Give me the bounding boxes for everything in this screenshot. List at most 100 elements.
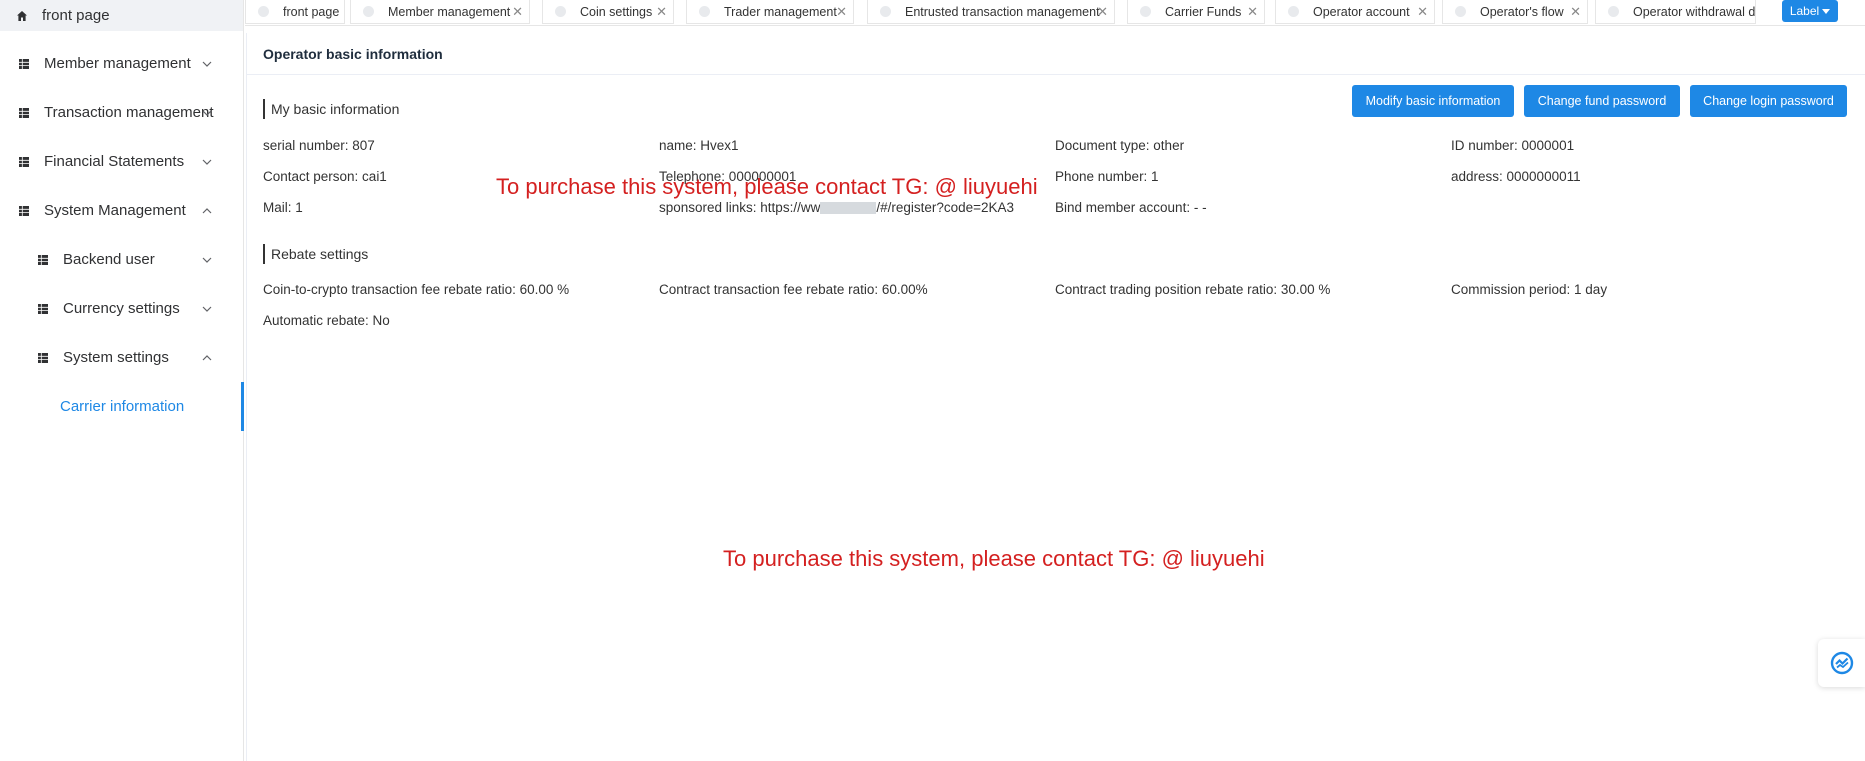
sidebar-item-member-management[interactable]: Member management xyxy=(0,39,243,88)
tab-status-dot xyxy=(1288,6,1299,17)
caret-down-icon xyxy=(1822,8,1831,14)
sidebar-item-backend-user[interactable]: Backend user xyxy=(0,235,243,284)
tab-status-dot xyxy=(1608,6,1619,17)
tab-status-dot xyxy=(880,6,891,17)
tab-bar: front page Member management ✕ Coin sett… xyxy=(245,0,1865,26)
sidebar-item-system-management[interactable]: System Management xyxy=(0,186,243,235)
close-icon[interactable]: ✕ xyxy=(1097,4,1108,20)
redacted-blur xyxy=(820,202,877,215)
tab-label: Operator's flow xyxy=(1480,4,1564,19)
sidebar-item-label: System Management xyxy=(44,202,186,219)
tab-status-dot xyxy=(258,6,269,17)
grid-icon xyxy=(19,156,29,167)
grid-icon xyxy=(19,107,29,118)
sidebar-item-financial-statements[interactable]: Financial Statements xyxy=(0,137,243,186)
tab-status-dot xyxy=(363,6,374,17)
tab-status-dot xyxy=(699,6,710,17)
contract-fee-rebate-ratio: Contract transaction fee rebate ratio: 6… xyxy=(659,282,928,297)
chevron-up-icon xyxy=(202,207,212,213)
tab-trader-management[interactable]: Trader management ✕ xyxy=(686,0,854,24)
basic-info-section-title: My basic information xyxy=(263,99,399,119)
sidebar: front page Member management Transaction… xyxy=(0,0,244,761)
close-icon[interactable]: ✕ xyxy=(1247,4,1258,20)
tab-front-page[interactable]: front page xyxy=(245,0,345,24)
tab-label: Entrusted transaction management xyxy=(905,4,1100,19)
mail: Mail: 1 xyxy=(263,200,303,215)
chevron-down-icon xyxy=(202,159,212,165)
change-fund-password-button[interactable]: Change fund password xyxy=(1524,85,1680,117)
sidebar-item-label: Backend user xyxy=(63,251,155,268)
close-icon[interactable]: ✕ xyxy=(512,4,523,20)
tab-label: Coin settings xyxy=(580,4,653,19)
address: address: 0000000011 xyxy=(1451,169,1581,184)
rebate-section-title: Rebate settings xyxy=(263,244,368,264)
tab-status-dot xyxy=(1455,6,1466,17)
sidebar-item-label: Financial Statements xyxy=(44,153,185,170)
close-icon[interactable]: ✕ xyxy=(656,4,667,20)
serial-number: serial number: 807 xyxy=(263,138,375,153)
id-number: ID number: 0000001 xyxy=(1451,138,1575,153)
label-button-text: Label xyxy=(1789,4,1820,18)
close-icon[interactable]: ✕ xyxy=(1570,4,1581,20)
grid-icon xyxy=(38,303,48,314)
sidebar-item-transaction-management[interactable]: Transaction management xyxy=(0,88,243,137)
sponsored-links[interactable]: sponsored links: https://ww /#/register?c… xyxy=(659,200,1014,215)
chevron-down-icon xyxy=(202,61,212,67)
tab-member-management[interactable]: Member management ✕ xyxy=(350,0,530,24)
grid-icon xyxy=(38,352,48,363)
tab-label: Member management xyxy=(388,4,511,19)
sidebar-item-currency-settings[interactable]: Currency settings xyxy=(0,284,243,333)
automatic-rebate: Automatic rebate: No xyxy=(263,313,390,328)
grid-icon xyxy=(19,205,29,216)
sidebar-item-front-page[interactable]: front page xyxy=(0,0,243,31)
sidebar-item-carrier-information[interactable]: Carrier information xyxy=(0,382,244,431)
change-login-password-button[interactable]: Change login password xyxy=(1690,85,1847,117)
operator-info-card: Operator basic information Modify basic … xyxy=(246,33,1865,761)
tab-status-dot xyxy=(1140,6,1151,17)
modify-basic-info-button[interactable]: Modify basic information xyxy=(1352,85,1514,117)
tab-status-dot xyxy=(555,6,566,17)
home-icon xyxy=(17,10,27,21)
watermark-text: To purchase this system, please contact … xyxy=(496,174,1038,199)
tab-coin-settings[interactable]: Coin settings ✕ xyxy=(542,0,674,24)
name-field: name: Hvex1 xyxy=(659,138,739,153)
service-icon xyxy=(1830,651,1853,675)
chevron-down-icon xyxy=(202,257,212,263)
contact-person: Contact person: cai1 xyxy=(263,169,387,184)
grid-icon xyxy=(19,58,29,69)
sidebar-item-label: System settings xyxy=(63,349,169,366)
sidebar-item-label: Currency settings xyxy=(63,300,180,317)
phone-number: Phone number: 1 xyxy=(1055,169,1159,184)
tab-carrier-funds[interactable]: Carrier Funds ✕ xyxy=(1127,0,1265,24)
sidebar-item-system-settings[interactable]: System settings xyxy=(0,333,243,382)
tab-label: Trader management xyxy=(724,4,837,19)
commission-period: Commission period: 1 day xyxy=(1451,282,1608,297)
sidebar-item-label: Member management xyxy=(44,55,191,72)
customer-service-button[interactable] xyxy=(1818,639,1865,687)
tab-operators-flow[interactable]: Operator's flow ✕ xyxy=(1442,0,1588,24)
link-prefix: sponsored links: https://ww xyxy=(659,200,821,215)
tab-label: front page xyxy=(283,4,340,19)
watermark-text: To purchase this system, please contact … xyxy=(723,546,1265,571)
card-title: Operator basic information xyxy=(247,33,1865,75)
tab-entrusted-transaction-management[interactable]: Entrusted transaction management ✕ xyxy=(867,0,1115,24)
tab-label: Carrier Funds xyxy=(1165,4,1242,19)
tab-operator-account[interactable]: Operator account ✕ xyxy=(1275,0,1435,24)
bind-member-account: Bind member account: - - xyxy=(1055,200,1207,215)
sidebar-item-label: Carrier information xyxy=(60,398,185,415)
link-suffix: /#/register?code=2KA3 xyxy=(876,200,1015,215)
chevron-up-icon xyxy=(202,354,212,360)
chevron-down-icon xyxy=(202,306,212,312)
close-icon[interactable]: ✕ xyxy=(1417,4,1428,20)
label-dropdown-button[interactable]: Label xyxy=(1782,0,1838,22)
close-icon[interactable]: ✕ xyxy=(836,4,847,20)
contract-position-rebate-ratio: Contract trading position rebate ratio: … xyxy=(1055,282,1331,297)
coin-rebate-ratio: Coin-to-crypto transaction fee rebate ra… xyxy=(263,282,570,297)
document-type: Document type: other xyxy=(1055,138,1185,153)
sidebar-item-label: front page xyxy=(42,7,110,24)
sidebar-item-label: Transaction management xyxy=(44,104,214,121)
tab-label: Operator withdrawal d xyxy=(1633,4,1756,19)
grid-icon xyxy=(38,254,48,265)
active-indicator xyxy=(241,382,244,431)
tab-operator-withdrawal[interactable]: Operator withdrawal d xyxy=(1595,0,1756,24)
